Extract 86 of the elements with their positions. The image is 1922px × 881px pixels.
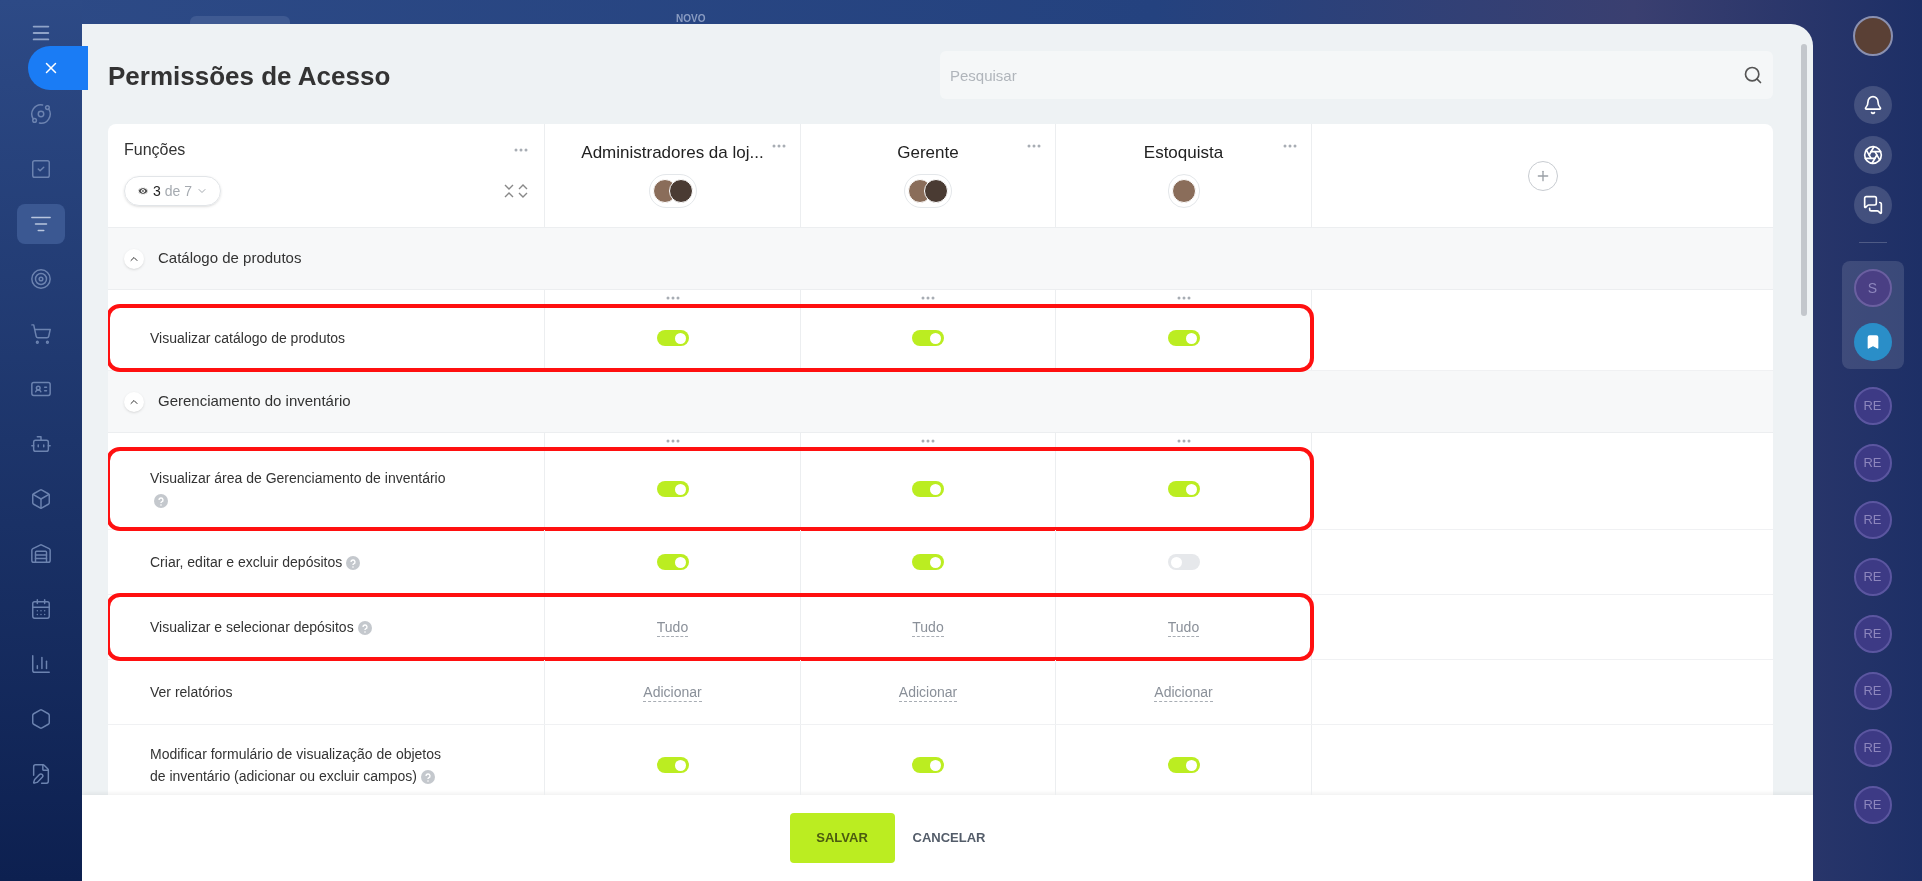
page-title: Permissões de Acesso [108,59,392,93]
section-title: Gerenciamento do inventário [158,391,351,412]
value-link[interactable]: Tudo [656,617,689,637]
user-avatar[interactable] [1852,16,1893,56]
more-icon[interactable] [772,144,786,148]
robot-icon [30,433,52,455]
chat-avatar[interactable]: S [1853,269,1892,307]
toggle-switch[interactable] [1167,757,1200,773]
more-icon[interactable] [1027,144,1041,148]
chevron-up-icon[interactable] [124,248,144,269]
toggle-switch[interactable] [912,481,944,497]
toggle-switch[interactable] [656,481,689,497]
checkbox-icon [30,158,52,180]
bookmark-icon[interactable] [1853,323,1892,361]
value-link[interactable]: Tudo [912,617,944,637]
chat-avatar[interactable]: RE [1853,387,1892,425]
close-button[interactable] [28,46,88,90]
avatar-placeholder [668,178,693,203]
cart-icon [30,323,52,345]
aperture-icon[interactable] [1853,136,1892,174]
nav-item[interactable] [17,204,65,244]
expand-icon[interactable] [518,184,528,198]
value-link[interactable]: Adicionar [643,682,702,702]
chat-avatar[interactable]: RE [1853,672,1892,710]
chat-avatar[interactable]: RE [1853,615,1892,653]
toggle-switch[interactable] [656,554,689,570]
more-icon[interactable] [1176,439,1191,443]
toggle-switch[interactable] [656,330,689,346]
eye-icon [137,185,149,197]
chevron-up-icon[interactable] [124,391,144,412]
chat-avatar[interactable]: RE [1853,501,1892,539]
search-field[interactable]: Pesquisar [940,51,1773,99]
bar-chart-icon [30,653,52,675]
help-icon[interactable] [346,556,361,571]
collapse-icon[interactable] [504,184,514,198]
more-icon[interactable] [921,296,935,300]
warehouse-icon [30,543,52,565]
target-icon [30,268,52,290]
more-icon[interactable] [665,439,680,443]
more-icon[interactable] [921,439,935,443]
role-name: Gerente [897,142,959,164]
toggle-switch[interactable] [656,757,689,773]
toggle-switch[interactable] [912,330,944,346]
toggle-switch[interactable] [912,757,944,773]
chat-icon[interactable] [1853,186,1892,224]
section-title: Catálogo de produtos [158,248,302,269]
chat-avatar[interactable]: RE [1853,444,1892,482]
value-link[interactable]: Adicionar [898,682,958,702]
more-icon[interactable] [1283,144,1297,148]
permission-label: Modificar formulário de visualização de objetos de inventário (adicionar ou excluir campos) [150,745,443,787]
permission-label: Criar, editar e excluir depósitos [150,551,361,573]
help-icon[interactable] [357,621,372,636]
toggle-switch[interactable] [1167,330,1200,346]
value-link[interactable]: Tudo [1167,617,1200,637]
cancel-button[interactable]: CANCELAR [912,828,986,848]
column-title: Funções [124,140,186,160]
file-edit-icon [30,763,52,785]
box-icon [30,488,52,510]
help-icon[interactable] [154,494,168,509]
section-header[interactable]: Gerenciamento do inventário [108,371,1773,433]
toggle-switch[interactable] [1167,481,1200,497]
section-header[interactable]: Catálogo de produtos [108,228,1773,290]
role-name: Administradores da loj... [581,142,764,164]
calendar-icon [30,598,52,620]
orbit-icon [30,103,52,125]
more-icon[interactable] [665,296,680,300]
toggle-switch[interactable] [1167,554,1200,570]
permission-label: Visualizar e selecionar depósitos [150,616,372,638]
help-icon[interactable] [420,770,435,785]
hexagon-icon [30,708,52,730]
chat-avatar[interactable]: RE [1853,786,1892,824]
bell-icon[interactable] [1853,86,1892,124]
avatar-placeholder [924,178,948,203]
chat-avatar[interactable]: RE [1853,558,1892,596]
new-label: NOVO [676,12,706,26]
role-name: Estoquista [1143,142,1224,164]
chat-avatar[interactable]: RE [1853,729,1892,767]
more-icon[interactable] [1176,296,1191,300]
permission-label: Visualizar área de Gerenciamento de inventário [150,467,460,511]
search-icon[interactable] [1743,65,1763,85]
permission-label: Ver relatórios [150,683,233,702]
more-icon[interactable] [514,148,528,152]
value-link[interactable]: Adicionar [1154,682,1213,702]
toggle-switch[interactable] [912,554,944,570]
save-button[interactable]: SALVAR [789,813,895,863]
permission-label: Visualizar catálogo de produtos [150,329,346,348]
